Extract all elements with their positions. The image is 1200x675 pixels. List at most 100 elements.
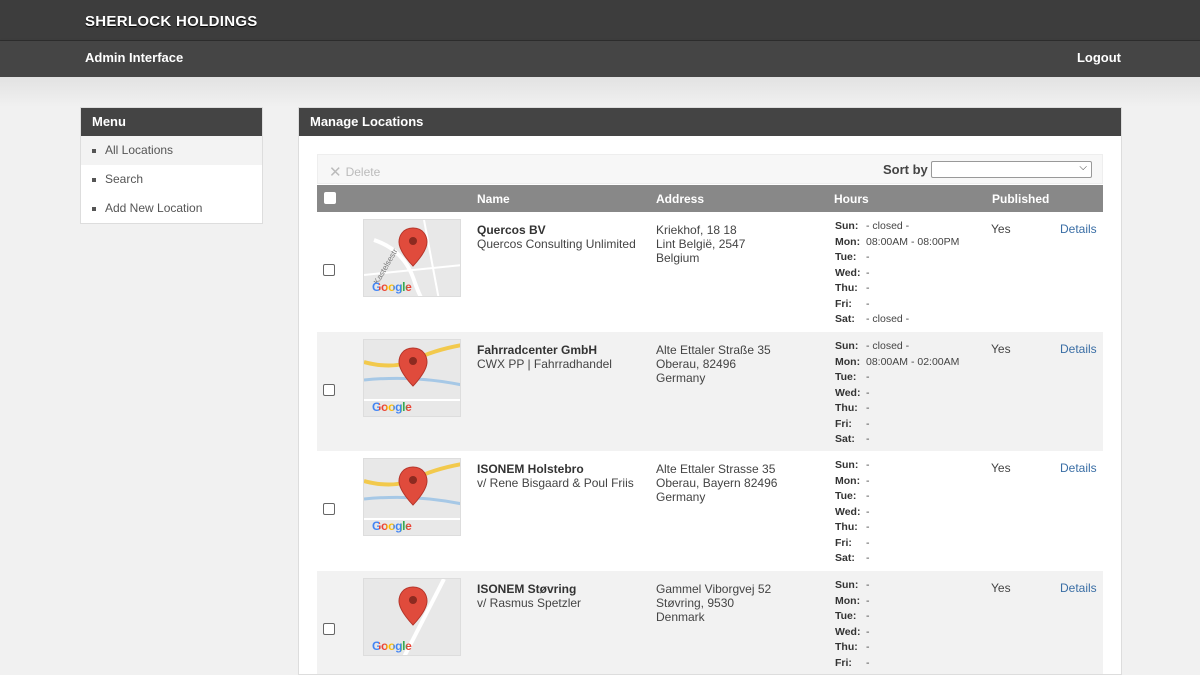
day-label: Tue: bbox=[835, 610, 857, 622]
details-link[interactable]: Details bbox=[1060, 342, 1097, 356]
hours-line: Fri: - bbox=[835, 656, 870, 672]
google-logo: Google bbox=[372, 519, 412, 533]
day-label: Mon: bbox=[835, 474, 861, 487]
hours-value: - bbox=[866, 505, 870, 518]
hours-value: - bbox=[866, 579, 870, 591]
table-toolbar: ✕ Delete Sort by ⌵ bbox=[317, 154, 1103, 184]
location-name: ISONEM Holstebro bbox=[477, 462, 584, 476]
address-line: Denmark bbox=[656, 610, 705, 624]
hours-value: - bbox=[866, 297, 870, 310]
hours-value: - bbox=[866, 474, 870, 487]
hours-line: Tue: - bbox=[835, 489, 870, 505]
hours-value: - closed - bbox=[866, 220, 910, 232]
location-name-cell: Quercos BV Quercos Consulting Unlimited bbox=[477, 223, 636, 251]
top-header-bar: SHERLOCK HOLDINGS bbox=[0, 0, 1200, 41]
hours-value: 08:00AM - 08:00PM bbox=[866, 235, 960, 248]
hours-value: - bbox=[866, 625, 870, 638]
day-label: Fri: bbox=[835, 297, 852, 310]
select-all-checkbox[interactable] bbox=[324, 192, 336, 204]
hours-value: - bbox=[866, 402, 870, 414]
column-header-hours: Hours bbox=[834, 192, 869, 206]
row-checkbox[interactable] bbox=[323, 503, 335, 515]
table-row: Google Fahrradcenter GmbH CWX PP | Fahrrad… bbox=[317, 332, 1103, 451]
hours-line: Mon: 08:00AM - 02:00AM bbox=[835, 355, 959, 371]
address-line: Gammel Viborgvej 52 bbox=[656, 582, 772, 596]
hours-line: Sat:- bbox=[835, 671, 870, 674]
bullet-icon bbox=[92, 178, 96, 182]
hours-line: Tue: - bbox=[835, 609, 870, 625]
hours-value: - bbox=[866, 386, 870, 399]
sidebar-item-search[interactable]: Search bbox=[81, 165, 262, 194]
hours-value: - closed - bbox=[866, 313, 910, 325]
address-line: Lint België, 2547 bbox=[656, 237, 746, 251]
day-label: Sat: bbox=[835, 671, 866, 674]
delete-button[interactable]: ✕ Delete bbox=[329, 162, 381, 181]
address-line: Germany bbox=[656, 371, 706, 385]
map-thumbnail: Google bbox=[363, 578, 461, 656]
column-header-name: Name bbox=[477, 192, 510, 206]
hours-value: - bbox=[866, 266, 870, 279]
table-row: Google ISONEM Holstebro v/ Rene Bisgaard &… bbox=[317, 451, 1103, 570]
location-company: Quercos Consulting Unlimited bbox=[477, 237, 636, 251]
logout-link[interactable]: Logout bbox=[1077, 50, 1121, 65]
day-label: Sun: bbox=[835, 459, 859, 471]
day-label: Wed: bbox=[835, 386, 861, 399]
address-line: Støvring, 9530 bbox=[656, 596, 735, 610]
hours-line: Mon: - bbox=[835, 474, 870, 490]
details-link[interactable]: Details bbox=[1060, 581, 1097, 595]
hours-line: Tue: - bbox=[835, 370, 959, 386]
hours-line: Mon: - bbox=[835, 594, 870, 610]
day-label: Thu: bbox=[835, 521, 858, 533]
hours-line: Sun: - closed - bbox=[835, 339, 959, 355]
published-status: Yes bbox=[991, 581, 1011, 595]
day-label: Sat: bbox=[835, 552, 855, 564]
hours-cell: Sun: - closed - Mon: 08:00AM - 08:00PM Tue: -… bbox=[835, 219, 959, 328]
row-checkbox[interactable] bbox=[323, 623, 335, 635]
address-line: Germany bbox=[656, 490, 706, 504]
sort-by-label: Sort by bbox=[883, 162, 928, 177]
day-label: Thu: bbox=[835, 402, 858, 414]
sidebar-item-label: All Locations bbox=[105, 143, 174, 157]
hours-value: - bbox=[866, 282, 870, 294]
address-cell: Gammel Viborgvej 52 Støvring, 9530 Denmark bbox=[656, 582, 771, 624]
sidebar-item-add-new-location[interactable]: Add New Location bbox=[81, 194, 262, 223]
delete-label: Delete bbox=[345, 165, 381, 179]
hours-value: - bbox=[866, 521, 870, 533]
sidebar-item-all-locations[interactable]: All Locations bbox=[81, 136, 262, 165]
hours-value: 08:00AM - 02:00AM bbox=[866, 355, 960, 368]
details-link[interactable]: Details bbox=[1060, 461, 1097, 475]
day-label: Tue: bbox=[835, 251, 857, 263]
close-icon: ✕ bbox=[329, 164, 342, 181]
manage-locations-panel: Manage Locations ✕ Delete Sort by ⌵ Name … bbox=[298, 107, 1122, 675]
google-logo: Google bbox=[372, 639, 412, 653]
chevron-down-icon: ⌵ bbox=[1079, 162, 1087, 173]
published-status: Yes bbox=[991, 461, 1011, 475]
location-company: CWX PP | Fahrradhandel bbox=[477, 357, 612, 371]
column-header-published: Published bbox=[992, 192, 1050, 206]
address-line: Kriekhof, 18 18 bbox=[656, 223, 737, 237]
day-label: Tue: bbox=[835, 490, 857, 502]
hours-line: Wed: - bbox=[835, 625, 870, 641]
day-label: Fri: bbox=[835, 656, 852, 669]
day-label: Sun: bbox=[835, 579, 859, 591]
row-checkbox[interactable] bbox=[323, 384, 335, 396]
location-name: ISONEM Støvring bbox=[477, 582, 577, 596]
hours-value: - bbox=[866, 536, 870, 549]
published-status: Yes bbox=[991, 342, 1011, 356]
row-checkbox[interactable] bbox=[323, 264, 335, 276]
day-label: Thu: bbox=[835, 282, 858, 294]
day-label: Sun: bbox=[835, 340, 859, 352]
table-row: Kastelsestr Google Quercos BV Quercos Consu… bbox=[317, 212, 1103, 331]
hours-cell: Sun: - closed - Mon: 08:00AM - 02:00AM Tue: -… bbox=[835, 339, 959, 448]
day-label: Thu: bbox=[835, 641, 858, 653]
sidebar-title: Menu bbox=[81, 108, 262, 136]
column-header-address: Address bbox=[656, 192, 705, 206]
map-thumbnail: Google bbox=[363, 339, 461, 417]
location-company: v/ Rene Bisgaard & Poul Friis bbox=[477, 476, 634, 490]
details-link[interactable]: Details bbox=[1060, 222, 1097, 236]
day-label: Fri: bbox=[835, 536, 852, 549]
day-label: Wed: bbox=[835, 505, 861, 518]
sort-by-select[interactable]: ⌵ bbox=[931, 161, 1092, 178]
location-name-cell: Fahrradcenter GmbH CWX PP | Fahrradhandel bbox=[477, 343, 612, 371]
published-status: Yes bbox=[991, 222, 1011, 236]
